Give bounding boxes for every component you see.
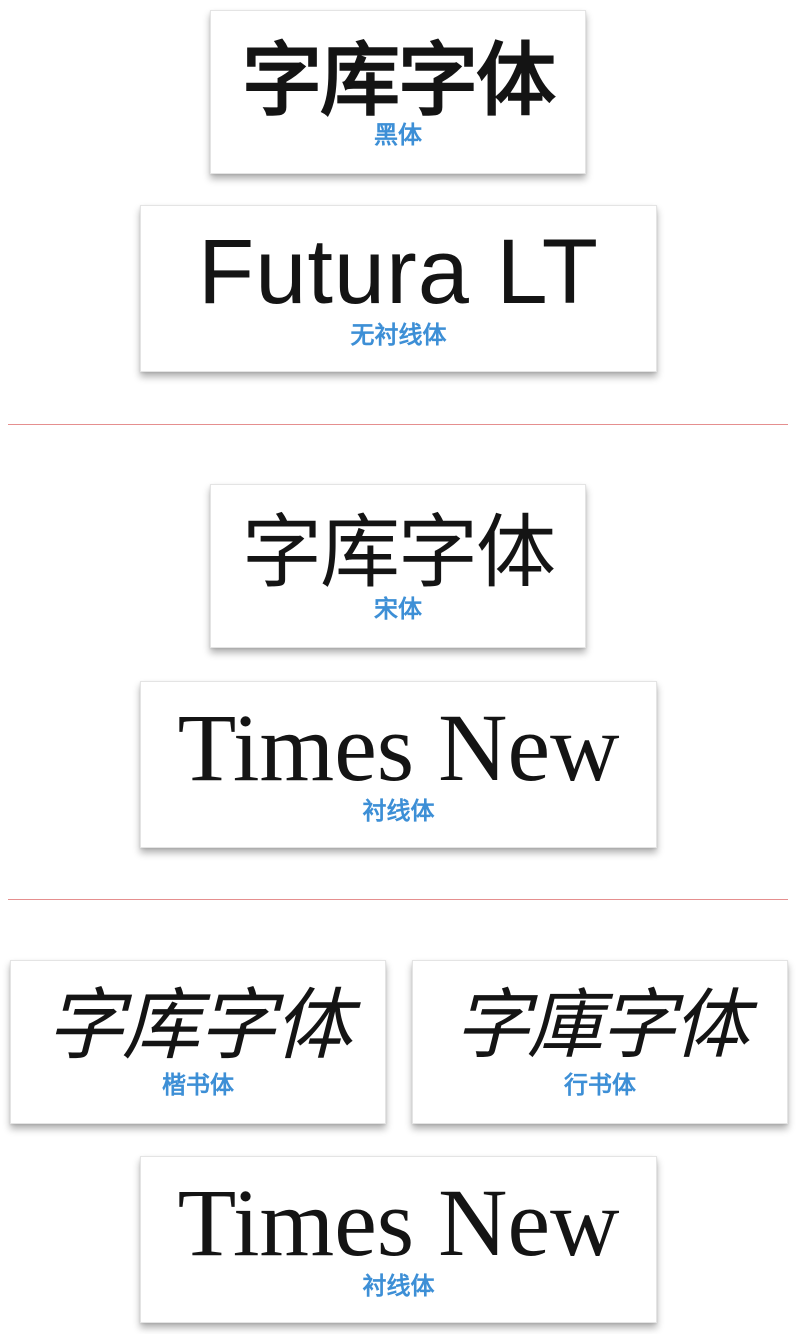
- font-style-label: 黑体: [374, 121, 422, 149]
- font-style-label: 衬线体: [362, 797, 435, 825]
- font-style-label: 宋体: [374, 595, 422, 623]
- font-sample: Times New: [177, 694, 620, 801]
- font-card-xingshu: 字庫字体 行书体: [412, 960, 788, 1124]
- font-sample: 字库字体: [242, 34, 556, 127]
- font-style-label: 楷书体: [162, 1071, 234, 1099]
- font-card-songti: 字库字体 宋体: [210, 484, 586, 648]
- section-divider: [8, 899, 788, 900]
- font-sample: 字库字体: [242, 506, 556, 599]
- font-card-futura: Futura LT 无衬线体: [140, 205, 657, 372]
- font-style-label: 无衬线体: [350, 321, 447, 349]
- font-style-label: 行书体: [564, 1071, 636, 1099]
- font-sample: 字库字体: [45, 981, 352, 1071]
- section-divider: [8, 424, 788, 425]
- font-sample: Futura LT: [198, 221, 599, 323]
- font-sample: Times New: [177, 1169, 620, 1276]
- font-card-kaiti: 字库字体 楷书体: [10, 960, 386, 1124]
- font-style-label: 衬线体: [362, 1272, 435, 1300]
- font-card-heiti: 字库字体 黑体: [210, 10, 586, 174]
- font-card-times-2: Times New 衬线体: [140, 1156, 657, 1323]
- font-sample: 字庫字体: [454, 980, 749, 1069]
- font-card-times: Times New 衬线体: [140, 681, 657, 848]
